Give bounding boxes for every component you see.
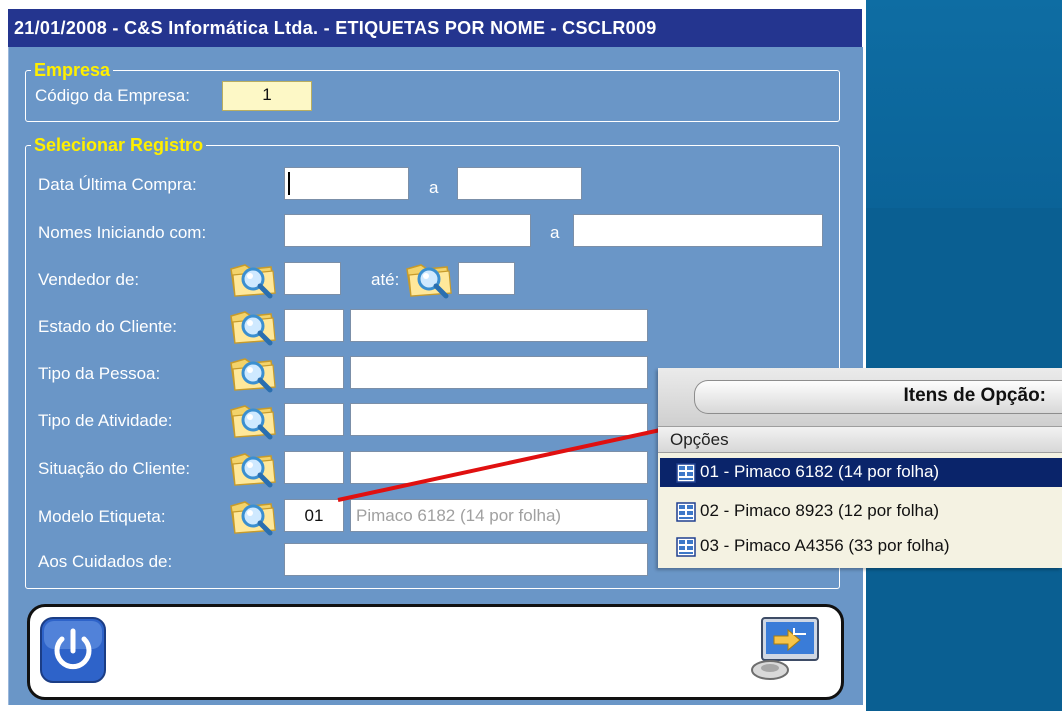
option-item[interactable]: 02 - Pimaco 8923 (12 por folha) [660,497,1062,526]
option-item[interactable]: 03 - Pimaco A4356 (33 por folha) [660,532,1062,561]
label-sheet-icon [676,463,696,483]
annotation-line [337,427,666,502]
options-column-label: Opções [670,430,729,449]
option-item[interactable]: 01 - Pimaco 6182 (14 por folha) [660,458,1062,487]
label-sheet-icon [676,537,696,557]
options-popup-header: Itens de Opção: [658,368,1062,426]
options-column-header[interactable]: Opções [658,426,1062,453]
option-item-label: 01 - Pimaco 6182 (14 por folha) [700,462,940,481]
options-popup-title: Itens de Opção: [903,385,1046,406]
label-sheet-icon [676,502,696,522]
options-popup: Itens de Opção: Opções 01 - Pimaco 6182 … [658,368,1062,568]
option-item-label: 03 - Pimaco A4356 (33 por folha) [700,536,950,555]
option-item-label: 02 - Pimaco 8923 (12 por folha) [700,501,940,520]
